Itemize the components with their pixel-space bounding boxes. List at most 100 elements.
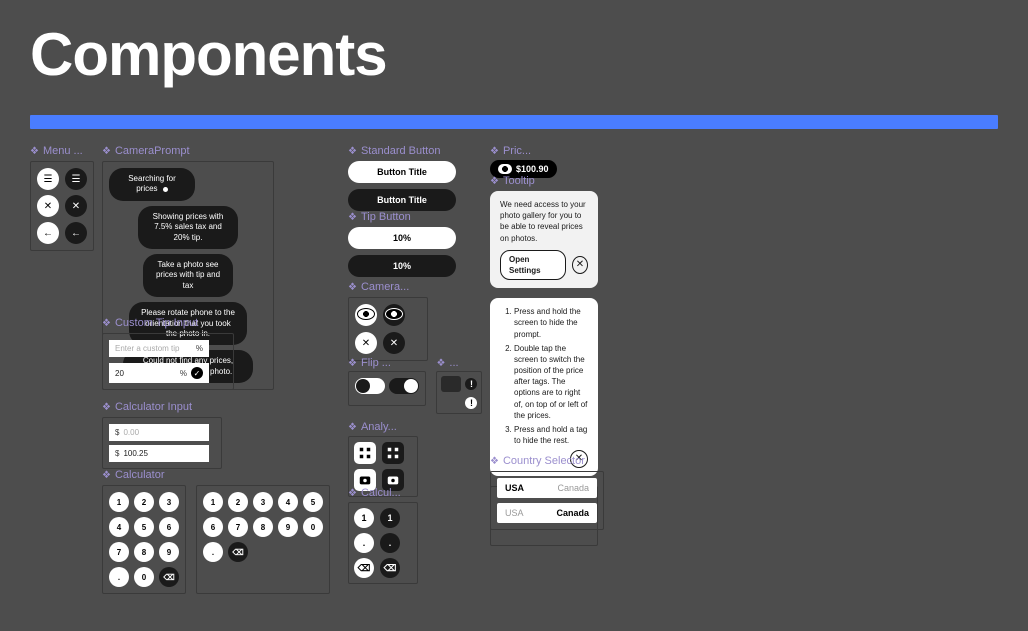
calc-key-6[interactable]: 6	[159, 517, 179, 537]
calc-key-5[interactable]: 5	[303, 492, 323, 512]
section-label-calc-input: Calculator Input	[102, 401, 222, 413]
calc-key-dot[interactable]: .	[354, 533, 374, 553]
country-usa: USA	[505, 508, 524, 518]
tip-button-dark[interactable]: 10%	[348, 255, 456, 277]
section-label-custom-tip: Custom Tip Input	[102, 317, 234, 329]
eye-icon[interactable]	[355, 304, 377, 326]
calc-mini-panel: 1 1 . . ⌫ ⌫	[348, 502, 418, 584]
calc-key-2[interactable]: 2	[228, 492, 248, 512]
loading-dot-icon	[163, 187, 168, 192]
calc-key-7[interactable]: 7	[109, 542, 129, 562]
toggle-on[interactable]	[355, 378, 385, 394]
input-value: 20	[115, 369, 176, 378]
country-row-usa-selected[interactable]: USA Canada	[497, 478, 597, 498]
close-icon[interactable]: ✕	[65, 195, 87, 217]
calc-key-7[interactable]: 7	[228, 517, 248, 537]
custom-tip-panel: Enter a custom tip % 20 % ✓	[102, 333, 234, 390]
misc-panel: ! !	[436, 371, 482, 414]
country-usa: USA	[505, 483, 524, 493]
input-value: 100.25	[123, 449, 203, 458]
close-icon[interactable]: ✕	[572, 256, 588, 274]
calc-key-dot[interactable]: .	[380, 533, 400, 553]
calc-input-filled[interactable]: $ 100.25	[109, 445, 209, 462]
calc-key-dot[interactable]: .	[203, 542, 223, 562]
section-label-calculator: Calculator	[102, 469, 330, 481]
back-icon[interactable]: ←	[37, 222, 59, 244]
calculator-5col: 1 2 3 4 5 6 7 8 9 0 . ⌫	[196, 485, 330, 594]
hamburger-icon[interactable]: ☰	[37, 168, 59, 190]
section-label-misc: ...	[436, 357, 464, 369]
confirm-icon[interactable]: ✓	[191, 367, 203, 379]
calc-key-1[interactable]: 1	[203, 492, 223, 512]
flip-panel	[348, 371, 426, 406]
close-icon[interactable]: ✕	[37, 195, 59, 217]
eye-icon[interactable]	[383, 304, 405, 326]
tooltip-permissions: We need access to your photo gallery for…	[490, 191, 598, 288]
calc-key-1[interactable]: 1	[109, 492, 129, 512]
tooltip-tip-3: Press and hold a tag to hide the rest.	[514, 424, 588, 446]
section-label-flip: Flip ...	[348, 357, 426, 369]
back-icon[interactable]: ←	[65, 222, 87, 244]
section-label-country: Country Selector	[490, 455, 604, 467]
calc-input-panel: $ 0.00 $ 100.25	[102, 417, 222, 469]
calc-key-1[interactable]: 1	[380, 508, 400, 528]
calc-key-4[interactable]: 4	[109, 517, 129, 537]
close-icon[interactable]: ✕	[355, 332, 377, 354]
currency-label: $	[115, 449, 119, 458]
prompt-showing: Showing prices with 7.5% sales tax and 2…	[138, 206, 238, 249]
custom-tip-input-empty[interactable]: Enter a custom tip %	[109, 340, 209, 357]
section-label-cameraprompt: CameraPrompt	[102, 145, 274, 157]
custom-tip-input-filled[interactable]: 20 % ✓	[109, 363, 209, 383]
country-panel: USA Canada USA Canada	[490, 471, 604, 530]
camera-icon	[441, 376, 461, 392]
calc-key-2[interactable]: 2	[134, 492, 154, 512]
calc-key-backspace[interactable]: ⌫	[159, 567, 179, 587]
calc-key-8[interactable]: 8	[253, 517, 273, 537]
section-label-price: Pric...	[490, 145, 557, 157]
camera-panel: ✕ ✕	[348, 297, 428, 361]
calc-key-0[interactable]: 0	[303, 517, 323, 537]
calc-key-9[interactable]: 9	[159, 542, 179, 562]
calc-key-9[interactable]: 9	[278, 517, 298, 537]
input-placeholder: Enter a custom tip	[115, 344, 192, 353]
tooltip-body: We need access to your photo gallery for…	[500, 199, 588, 244]
grid-icon[interactable]	[354, 442, 376, 464]
calc-key-0[interactable]: 0	[134, 567, 154, 587]
calc-key-4[interactable]: 4	[278, 492, 298, 512]
hamburger-icon[interactable]: ☰	[65, 168, 87, 190]
alert-icon: !	[465, 397, 477, 409]
open-settings-button[interactable]: Open Settings	[500, 250, 566, 280]
menu-panel: ☰ ☰ ✕ ✕ ← ←	[30, 161, 94, 251]
tooltip-instructions: Press and hold the screen to hide the pr…	[490, 298, 598, 476]
percent-label: %	[180, 369, 187, 378]
calc-key-backspace[interactable]: ⌫	[354, 558, 374, 578]
calc-key-3[interactable]: 3	[159, 492, 179, 512]
calc-key-backspace[interactable]: ⌫	[380, 558, 400, 578]
percent-label: %	[196, 344, 203, 353]
tooltip-tip-2: Double tap the screen to switch the posi…	[514, 343, 588, 421]
calc-key-1[interactable]: 1	[354, 508, 374, 528]
prompt-take-photo: Take a photo see prices with tip and tax	[143, 254, 233, 297]
divider-bar	[30, 115, 998, 129]
calculator-3col: 1 2 3 4 5 6 7 8 9 . 0 ⌫	[102, 485, 186, 594]
calc-key-6[interactable]: 6	[203, 517, 223, 537]
standard-button-light[interactable]: Button Title	[348, 161, 456, 183]
country-canada: Canada	[557, 483, 589, 493]
standard-button-dark[interactable]: Button Title	[348, 189, 456, 211]
calc-key-8[interactable]: 8	[134, 542, 154, 562]
tip-button-light[interactable]: 10%	[348, 227, 456, 249]
calc-key-backspace[interactable]: ⌫	[228, 542, 248, 562]
calc-key-3[interactable]: 3	[253, 492, 273, 512]
close-icon[interactable]: ✕	[383, 332, 405, 354]
prompt-searching: Searching for prices	[109, 168, 195, 201]
country-row-canada-selected[interactable]: USA Canada	[497, 503, 597, 523]
grid-icon[interactable]	[382, 442, 404, 464]
calc-input-empty[interactable]: $ 0.00	[109, 424, 209, 441]
section-label-menu: Menu ...	[30, 145, 94, 157]
calc-key-5[interactable]: 5	[134, 517, 154, 537]
section-label-tip-button: Tip Button	[348, 211, 468, 223]
toggle-off[interactable]	[389, 378, 419, 394]
input-placeholder: 0.00	[123, 428, 203, 437]
section-label-standard-button: Standard Button	[348, 145, 468, 157]
calc-key-dot[interactable]: .	[109, 567, 129, 587]
